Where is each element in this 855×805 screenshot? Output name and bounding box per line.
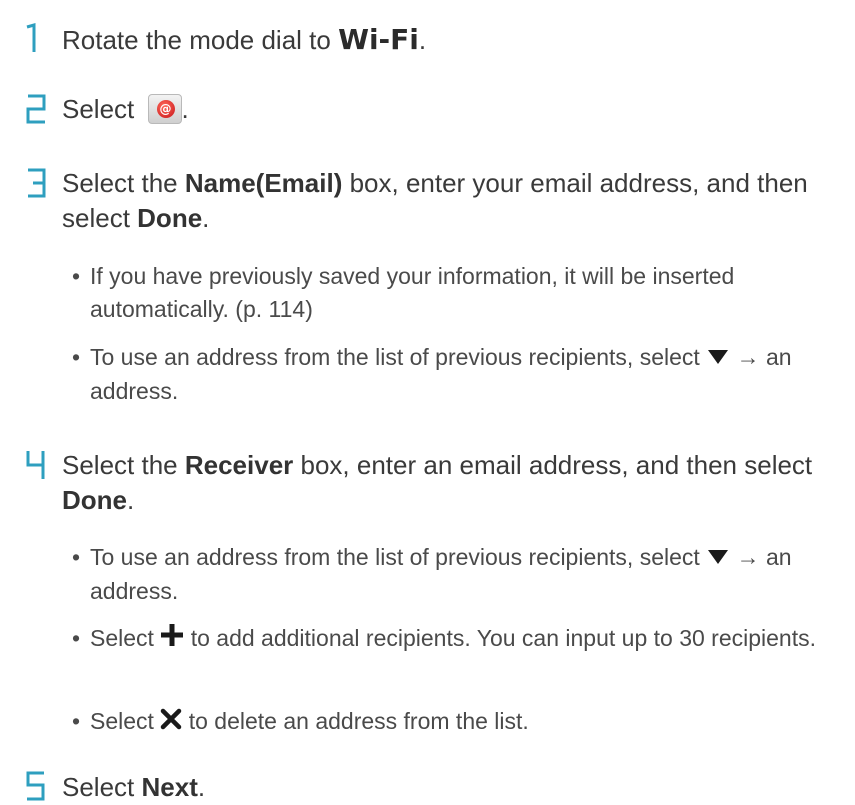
step-3-text: Select the Name(Email) box, enter your e…	[62, 166, 852, 236]
x-icon	[160, 706, 182, 739]
bullet-text-after: to add additional recipients. You can in…	[184, 625, 816, 651]
step-2-text-before: Select	[62, 94, 142, 124]
bullet-text-before: Select	[90, 708, 161, 734]
step-number-4	[24, 448, 48, 482]
step-2-text: Select @.	[62, 92, 852, 127]
next-label: Next	[141, 772, 198, 802]
name-email-box-label: Name(Email)	[184, 168, 343, 198]
done-label: Done	[62, 485, 127, 515]
step-1-text: Rotate the mode dial to Wi-Fi.	[62, 22, 852, 58]
step-4-part: box, enter an email address, and then se…	[293, 450, 813, 480]
step-number-1	[24, 22, 48, 56]
plus-icon	[160, 623, 184, 656]
wifi-mode-label: Wi-Fi	[338, 23, 419, 56]
step-3-part: .	[202, 203, 210, 233]
step-2-text-after: .	[181, 94, 189, 124]
step-5-part: .	[197, 772, 206, 802]
triangle-down-icon	[706, 542, 730, 575]
receiver-box-label: Receiver	[184, 450, 294, 480]
step-4-part: .	[127, 485, 135, 515]
bullet-dot: •	[72, 708, 81, 734]
step-3-bullet-2-text: To use an address from the list of previ…	[90, 341, 842, 408]
done-label: Done	[137, 203, 203, 233]
step-1-text-after: .	[418, 25, 427, 55]
bullet-dot: •	[72, 544, 81, 570]
step-number-5	[24, 770, 48, 802]
step-number-2	[24, 92, 48, 126]
step-3-bullet-1-text: If you have previously saved your inform…	[90, 263, 735, 322]
step-5-part: Select	[62, 772, 142, 802]
step-1-text-before: Rotate the mode dial to	[62, 25, 339, 55]
step-4-bullet-1-text: To use an address from the list of previ…	[90, 541, 842, 608]
bullet-text-before: To use an address from the list of previ…	[90, 344, 707, 370]
step-4-text: Select the Receiver box, enter an email …	[62, 448, 852, 518]
bullet-text-after: to delete an address from the list.	[182, 708, 529, 734]
step-5-text: Select Next.	[62, 770, 852, 805]
bullet-dot: •	[72, 625, 81, 651]
bullet-dot: •	[72, 344, 81, 370]
bullet-text-before: To use an address from the list of previ…	[90, 544, 707, 570]
step-3-part: Select the	[62, 168, 185, 198]
step-4-bullet-2-text: Select to add additional recipients. You…	[90, 622, 842, 656]
bullet-text-before: Select	[90, 625, 161, 651]
step-number-3	[24, 166, 48, 200]
email-app-icon: @	[147, 94, 182, 124]
step-4-bullet-3-text: Select to delete an address from the lis…	[90, 705, 842, 739]
step-4-part: Select the	[62, 450, 185, 480]
bullet-dot: •	[72, 263, 81, 289]
triangle-down-icon	[706, 342, 730, 375]
